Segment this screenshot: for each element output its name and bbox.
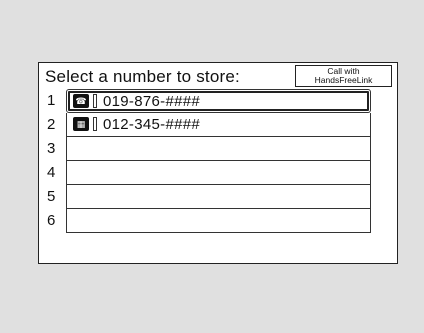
row-index: 6 [47, 212, 56, 229]
number-row-2[interactable]: ▦ 012-345-#### [66, 113, 371, 137]
number-row-5[interactable] [66, 185, 371, 209]
list-item: 1 ☎ 019-876-#### [39, 89, 397, 113]
entry-marker [93, 94, 97, 108]
number-row-6[interactable] [66, 209, 371, 233]
row-index: 2 [47, 116, 56, 133]
work-phone-icon: ▦ [73, 117, 89, 131]
number-row-3[interactable] [66, 137, 371, 161]
number-list: 1 ☎ 019-876-#### 2 ▦ 012-345-#### 3 4 5 … [39, 89, 397, 233]
screen-title: Select a number to store: [45, 67, 240, 86]
list-item: 2 ▦ 012-345-#### [39, 113, 397, 137]
phone-number: 019-876-#### [103, 93, 201, 110]
entry-marker [93, 117, 97, 131]
number-row-4[interactable] [66, 161, 371, 185]
row-index: 1 [47, 92, 56, 109]
header: Select a number to store: Call with Hand… [39, 63, 397, 89]
row-index: 5 [47, 188, 56, 205]
list-item: 6 [39, 209, 397, 233]
number-row-1[interactable]: ☎ 019-876-#### [66, 89, 371, 113]
call-button-line2: HandsFreeLink [314, 75, 373, 85]
list-item: 3 [39, 137, 397, 161]
mobile-phone-icon: ☎ [73, 94, 89, 108]
list-item: 5 [39, 185, 397, 209]
phone-number: 012-345-#### [103, 116, 201, 133]
list-item: 4 [39, 161, 397, 185]
phone-store-screen: Select a number to store: Call with Hand… [38, 62, 398, 264]
row-index: 3 [47, 140, 56, 157]
row-index: 4 [47, 164, 56, 181]
call-with-handsfreelink-button[interactable]: Call with HandsFreeLink [295, 65, 392, 87]
